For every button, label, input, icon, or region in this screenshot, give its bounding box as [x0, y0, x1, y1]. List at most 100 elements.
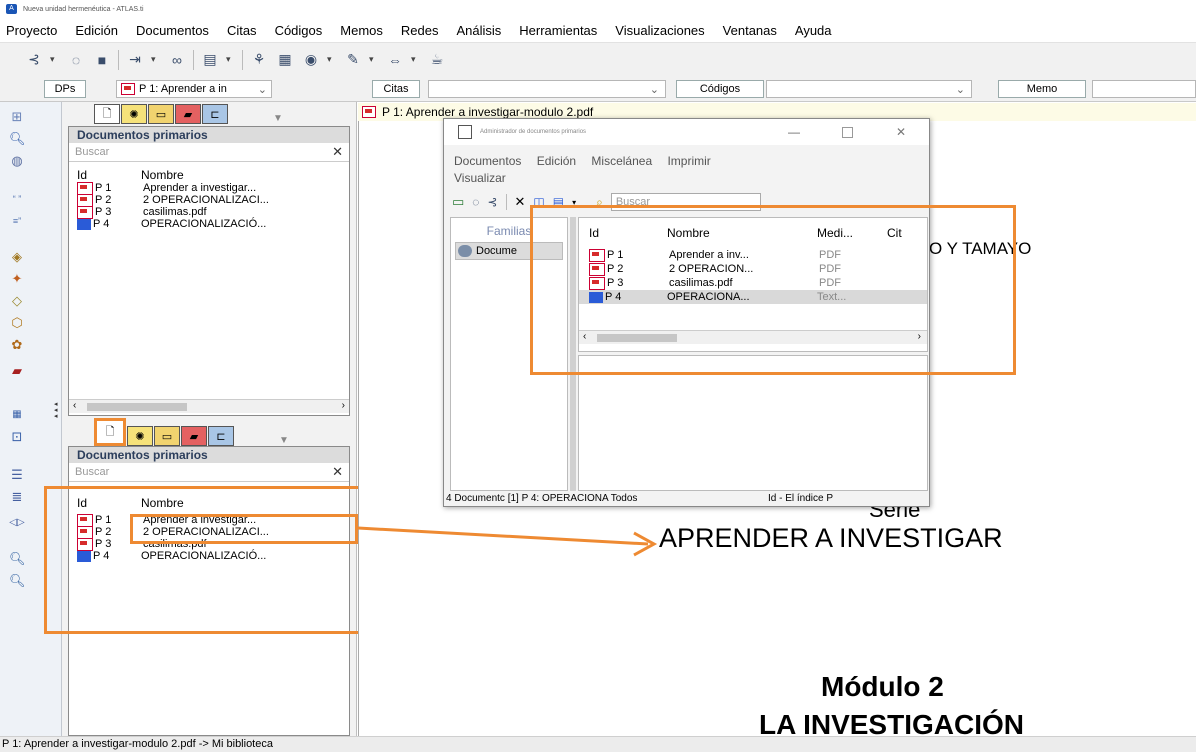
citas-button[interactable]: Citas [372, 80, 420, 98]
chevron-down-icon[interactable]: ▾ [151, 54, 161, 65]
table-icon[interactable]: ▦ [275, 51, 295, 68]
gear-icon[interactable]: ✿ [9, 338, 25, 352]
list-icon[interactable]: ☰ [9, 468, 25, 482]
add-document-icon[interactable]: ▭ [452, 194, 464, 210]
col-name[interactable]: Nombre [141, 168, 184, 182]
binoculars-icon[interactable]: ∞ [167, 52, 187, 68]
list-item[interactable]: P 2 2 OPERACIONALIZACI... [69, 193, 349, 207]
menu-edicion[interactable]: Edición [66, 23, 127, 38]
delete-icon[interactable]: ✕ [515, 194, 526, 210]
search-input[interactable]: Buscar ✕ [69, 143, 349, 162]
new-code-icon[interactable]: ⊰ [24, 51, 44, 68]
menu-visualizaciones[interactable]: Visualizaciones [606, 23, 713, 38]
list-item[interactable]: P 1 Aprender a investigar... [69, 181, 349, 195]
menu-citas[interactable]: Citas [218, 23, 266, 38]
code-net-icon[interactable]: ⬡ [9, 316, 25, 330]
horizontal-scrollbar[interactable]: ‹ › [69, 399, 349, 413]
chevron-down-icon[interactable]: ▼ [273, 113, 283, 124]
tab-networks-icon[interactable]: ⊏ [202, 104, 228, 124]
codigos-select[interactable]: ⌄ [766, 80, 972, 98]
menu-herramientas[interactable]: Herramientas [510, 23, 606, 38]
wrench-icon[interactable]: ✎ [343, 51, 363, 68]
network-icon[interactable]: ⊡ [9, 430, 25, 444]
zoom-in-icon[interactable]: 🔍︎ [9, 552, 26, 566]
quote-icon[interactable]: “ ” [9, 192, 25, 206]
list-arrow-icon[interactable]: ≣ [9, 490, 25, 504]
menu-memos[interactable]: Memos [331, 23, 392, 38]
scroll-left-icon[interactable]: ‹ [73, 400, 76, 411]
scroll-right-icon[interactable]: › [342, 400, 345, 411]
import-icon[interactable]: ⇥ [125, 51, 145, 68]
dialog-menu-visualizar[interactable]: Visualizar [454, 171, 506, 185]
dps-button[interactable]: DPs [44, 80, 86, 98]
row-id: P 2 [95, 194, 112, 206]
layout-icon[interactable]: ⊞ [9, 110, 25, 124]
tab-documents-icon[interactable]: 🗋 [94, 418, 126, 446]
search-input[interactable]: Buscar ✕ [69, 463, 349, 482]
dialog-menu-edicion[interactable]: Edición [537, 154, 576, 168]
family-icon [458, 245, 472, 257]
code-list-icon[interactable]: ✦ [9, 272, 25, 286]
comment-icon[interactable]: ◍ [9, 154, 25, 168]
tab-codes-icon[interactable]: ▭ [154, 426, 180, 446]
save-icon[interactable]: ■ [92, 52, 112, 68]
query-icon[interactable]: ⚘ [249, 51, 269, 68]
xml-icon[interactable]: ◉ [301, 51, 321, 68]
menu-redes[interactable]: Redes [392, 23, 448, 38]
close-icon[interactable]: ✕ [332, 464, 343, 480]
chevron-down-icon[interactable]: ▼ [279, 435, 289, 446]
scrollbar-thumb[interactable] [87, 403, 187, 411]
zoom-out-icon[interactable]: 🔍︎ [9, 574, 26, 588]
margin-icon[interactable]: ◁▷ [9, 516, 25, 530]
tab-codes-icon[interactable]: ▭ [148, 104, 174, 124]
tab-documents-icon[interactable]: 🗋 [94, 104, 120, 124]
splitter-handle[interactable]: ◂ ◂ ◂ [54, 401, 60, 420]
counter-icon[interactable]: ▦ [9, 408, 25, 422]
upper-navigator: 🗋 ✺ ▭ ▰ ⊏ ▼ Documentos primarios Buscar … [62, 102, 357, 424]
memo-select[interactable] [1092, 80, 1196, 98]
chevron-down-icon[interactable]: ▾ [411, 54, 421, 65]
maximize-icon[interactable] [842, 126, 853, 138]
close-icon[interactable]: ✕ [896, 125, 906, 139]
memo-button[interactable]: Memo [998, 80, 1086, 98]
tab-quotes-icon[interactable]: ✺ [121, 104, 147, 124]
menu-ventanas[interactable]: Ventanas [714, 23, 786, 38]
print-icon[interactable]: ▤ [200, 51, 220, 68]
chevron-down-icon[interactable]: ▾ [369, 54, 379, 65]
chevron-down-icon[interactable]: ▾ [226, 54, 236, 65]
tab-memos-icon[interactable]: ▰ [175, 104, 201, 124]
menu-codigos[interactable]: Códigos [266, 23, 332, 38]
teapot-icon[interactable]: ☕ [427, 51, 447, 68]
codigos-button[interactable]: Códigos [676, 80, 764, 98]
dialog-menu-documentos[interactable]: Documentos [454, 154, 521, 168]
list-item[interactable]: P 4 OPERACIONALIZACIÓ... [69, 218, 349, 230]
dialog-menu-miscelanea[interactable]: Miscelánea [591, 154, 652, 168]
status-text: P 1: Aprender a investigar-modulo 2.pdf … [2, 738, 273, 750]
code-link-icon[interactable]: ◇ [9, 294, 25, 308]
col-id[interactable]: Id [77, 168, 141, 182]
menu-ayuda[interactable]: Ayuda [786, 23, 841, 38]
list-item[interactable]: P 3 casilimas.pdf [69, 205, 349, 219]
menu-analisis[interactable]: Análisis [447, 23, 510, 38]
arrows-icon[interactable]: ⇔ [385, 52, 405, 68]
highlight-box [44, 486, 412, 634]
link-icon[interactable]: ⊰ [487, 195, 497, 209]
memo-icon[interactable]: ▰ [9, 364, 25, 378]
menu-proyecto[interactable]: Proyecto [0, 23, 66, 38]
comment-icon[interactable]: ◌ [472, 195, 479, 209]
dialog-menu-imprimir[interactable]: Imprimir [667, 154, 710, 168]
menu-documentos[interactable]: Documentos [127, 23, 218, 38]
zoom-icon[interactable]: 🔍︎ [9, 132, 26, 146]
citas-select[interactable]: ⌄ [428, 80, 666, 98]
chevron-down-icon[interactable]: ▾ [327, 54, 337, 65]
tab-networks-icon[interactable]: ⊏ [208, 426, 234, 446]
tab-memos-icon[interactable]: ▰ [181, 426, 207, 446]
comment-icon[interactable]: ◌ [66, 52, 86, 68]
close-icon[interactable]: ✕ [332, 144, 343, 160]
tab-quotes-icon[interactable]: ✺ [127, 426, 153, 446]
minimize-icon[interactable]: — [788, 125, 800, 139]
chevron-down-icon[interactable]: ▾ [50, 54, 60, 65]
quote-mark-icon[interactable]: ≡” [9, 214, 25, 228]
code-icon[interactable]: ◈ [9, 250, 25, 264]
document-select[interactable]: P 1: Aprender a in ⌄ [116, 80, 272, 98]
